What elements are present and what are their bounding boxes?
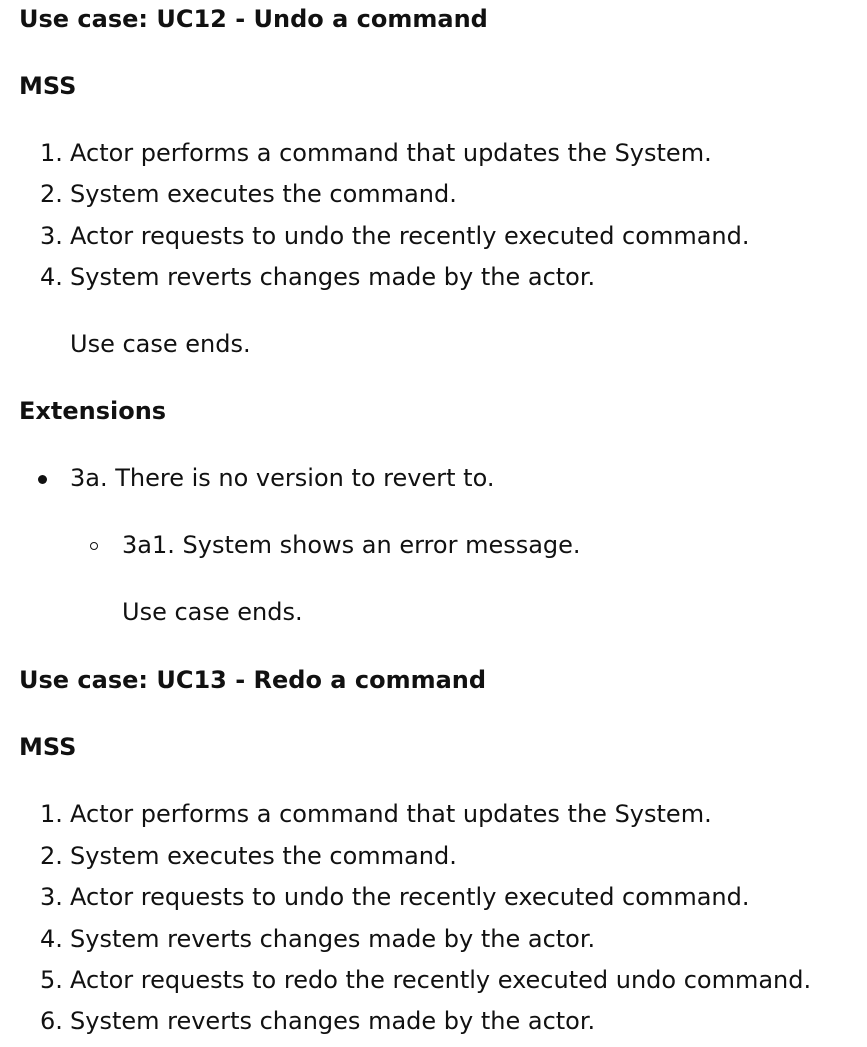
step-text: System executes the command. [70, 842, 457, 870]
step-number: 3. [40, 883, 63, 911]
uc12-end-note: Use case ends. [70, 330, 251, 358]
step-text: Actor requests to undo the recently exec… [70, 222, 750, 250]
step-number: 2. [40, 180, 63, 208]
step-number: 4. [40, 925, 63, 953]
extension-text: 3a. There is no version to revert to. [70, 464, 495, 492]
bullet-circle-icon [90, 542, 98, 550]
step-number: 5. [40, 966, 63, 994]
uc13-title: Use case: UC13 - Redo a command [19, 666, 487, 694]
uc12-extensions-label: Extensions [19, 397, 167, 425]
uc12-mss-label: MSS [19, 72, 77, 100]
step-number: 3. [40, 222, 63, 250]
step-number: 4. [40, 263, 63, 291]
step-number: 2. [40, 842, 63, 870]
step-number: 6. [40, 1007, 63, 1035]
step-number: 1. [40, 800, 63, 828]
step-text: System reverts changes made by the actor… [70, 925, 596, 953]
step-text: Actor performs a command that updates th… [70, 800, 712, 828]
step-text: System reverts changes made by the actor… [70, 263, 596, 291]
step-number: 1. [40, 139, 63, 167]
uc12-title: Use case: UC12 - Undo a command [19, 5, 488, 33]
sub-extension-end-note: Use case ends. [122, 598, 303, 626]
step-text: System executes the command. [70, 180, 457, 208]
step-text: Actor requests to undo the recently exec… [70, 883, 750, 911]
step-text: System reverts changes made by the actor… [70, 1007, 596, 1035]
sub-extension-text: 3a1. System shows an error message. [122, 531, 581, 559]
step-text: Actor performs a command that updates th… [70, 139, 712, 167]
step-text: Actor requests to redo the recently exec… [70, 966, 812, 994]
bullet-disc-icon [38, 475, 47, 484]
uc13-mss-label: MSS [19, 733, 77, 761]
